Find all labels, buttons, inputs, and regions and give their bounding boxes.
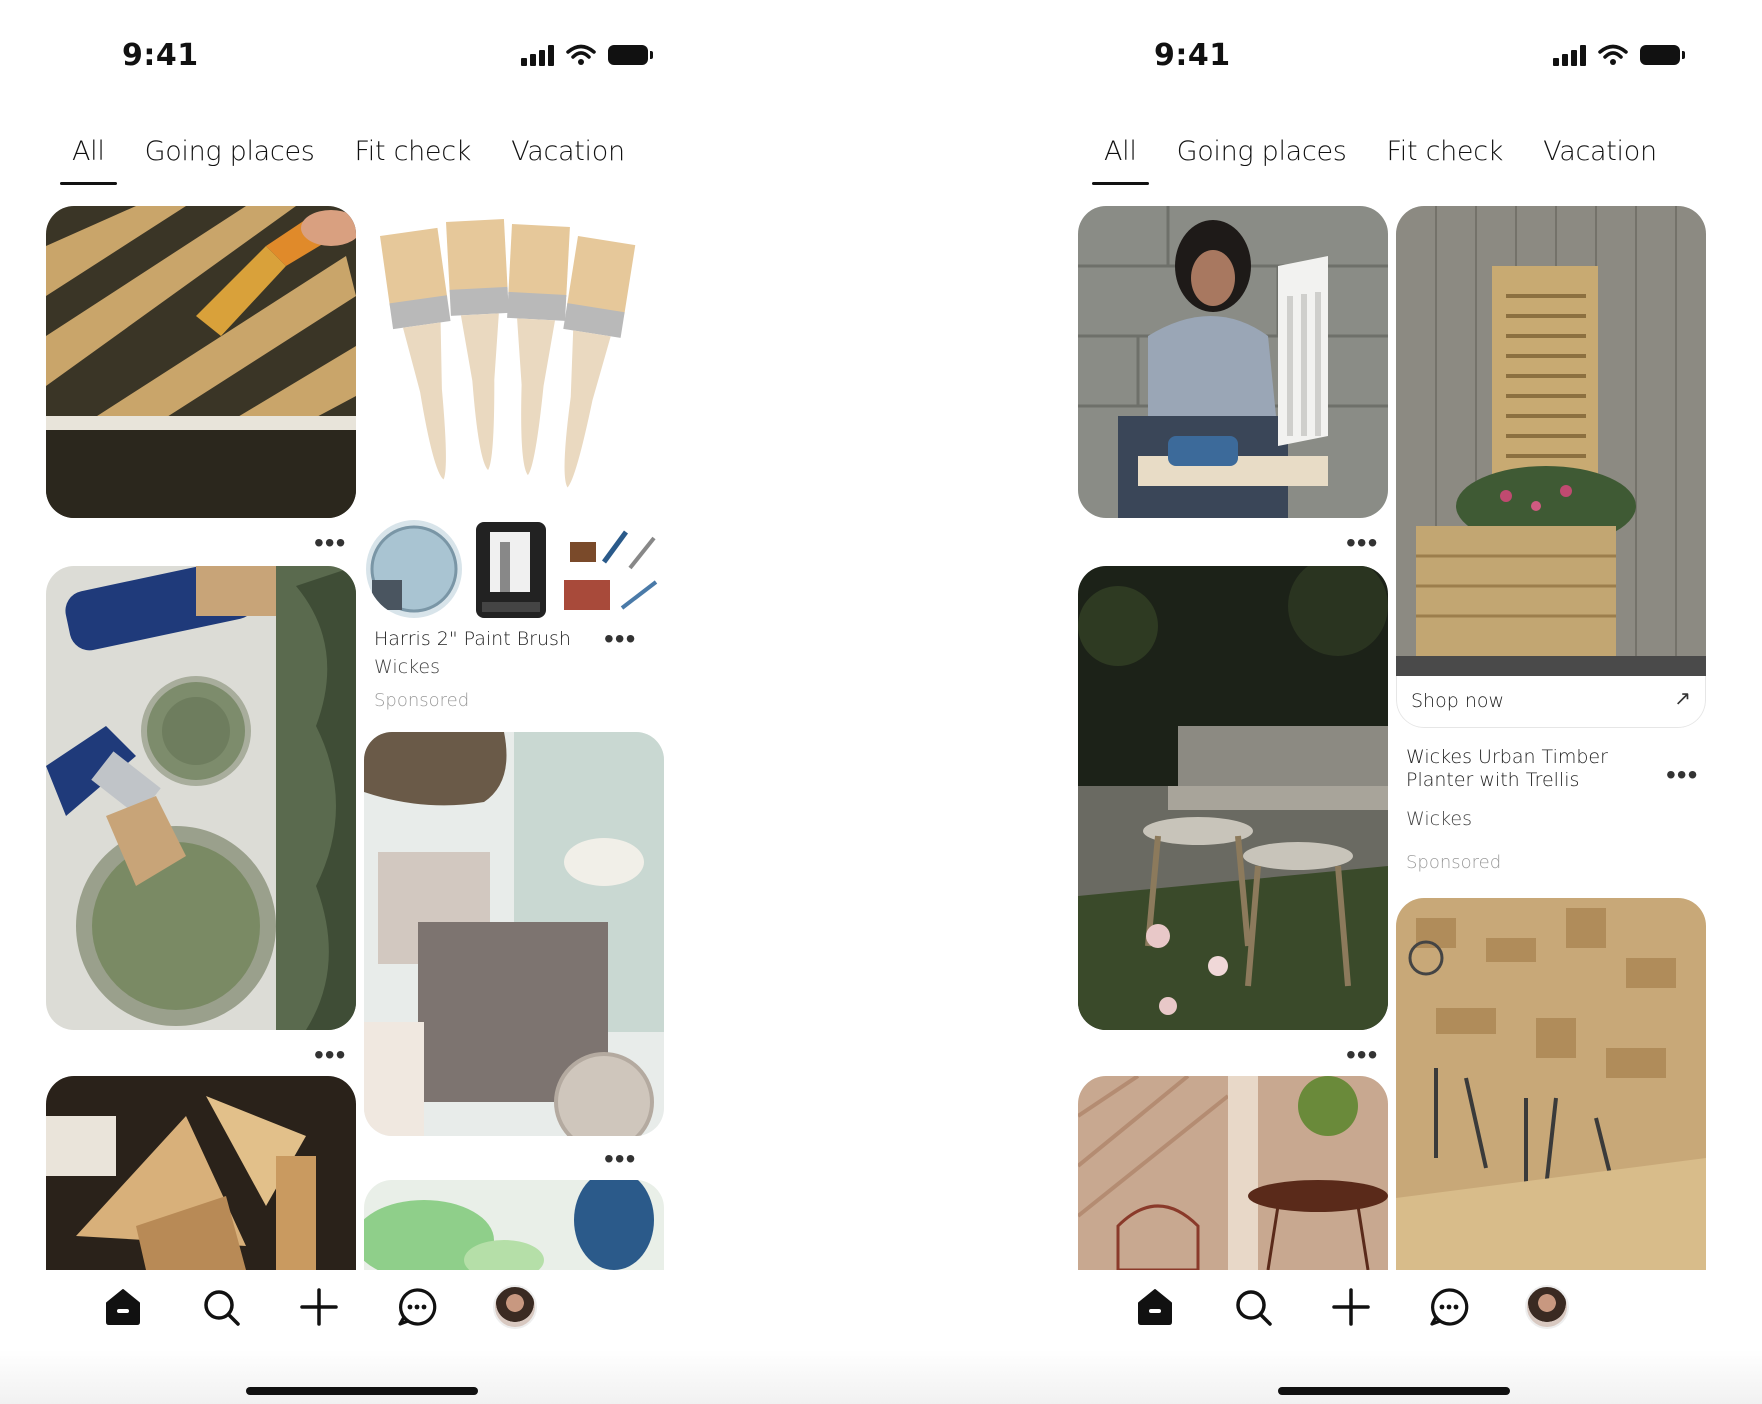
more-options-icon[interactable]: ••• [604, 1145, 636, 1173]
tab-going-places[interactable]: Going places [1177, 136, 1347, 181]
signal-icon [521, 44, 554, 66]
nav-messages[interactable] [392, 1282, 442, 1332]
tab-fit-check[interactable]: Fit check [1387, 136, 1504, 181]
plus-icon [1332, 1288, 1370, 1326]
nav-messages[interactable] [1424, 1282, 1474, 1332]
nav-home[interactable] [1130, 1282, 1180, 1332]
pin-image-mood-board[interactable] [364, 732, 664, 1136]
pin-advertiser[interactable]: Wickes [374, 656, 440, 678]
more-options-icon[interactable]: ••• [1666, 761, 1698, 789]
nav-create[interactable] [294, 1282, 344, 1332]
pin-image-wood-pieces[interactable] [46, 1076, 356, 1270]
home-icon [106, 1289, 140, 1325]
battery-icon [1640, 45, 1685, 65]
product-thumb-paint-tin[interactable] [366, 520, 462, 618]
pin-image-paint-brushes[interactable] [364, 206, 664, 514]
product-thumb-tools-set[interactable] [560, 522, 664, 618]
more-options-icon[interactable]: ••• [314, 529, 346, 557]
tab-going-places[interactable]: Going places [145, 136, 315, 181]
shop-now-label: Shop now [1411, 690, 1505, 712]
pin-image-sanding-chair[interactable] [1078, 206, 1388, 518]
pin-image-green-paint[interactable] [46, 566, 356, 1030]
search-icon [204, 1290, 240, 1326]
nav-search[interactable] [196, 1282, 246, 1332]
nav-home[interactable] [98, 1282, 148, 1332]
home-indicator [1278, 1387, 1510, 1395]
nav-search[interactable] [1228, 1282, 1278, 1332]
status-icons [521, 44, 653, 66]
pin-title[interactable]: Harris 2" Paint Brush [374, 628, 594, 651]
product-thumb-roller-kit[interactable] [476, 522, 546, 618]
phone-screen-home-feed: 9:41 All Going places Fit check Vacation [38, 0, 678, 1404]
profile-avatar [1525, 1285, 1569, 1329]
nav-profile[interactable] [1522, 1282, 1572, 1332]
status-bar: 9:41 [38, 38, 678, 78]
bottom-navigation [1070, 1270, 1710, 1350]
status-icons [1553, 44, 1685, 66]
shop-now-bar[interactable]: Shop now ↗ [1396, 676, 1706, 728]
nav-create[interactable] [1326, 1282, 1376, 1332]
wifi-icon [566, 44, 596, 65]
external-link-icon: ↗ [1674, 688, 1691, 710]
plus-icon [300, 1288, 338, 1326]
chat-icon [1430, 1288, 1469, 1326]
chat-icon [398, 1288, 437, 1326]
phone-screen-home-feed-alt: 9:41 All Going places Fit check Vacation [1070, 0, 1710, 1404]
pin-image-leaf-print[interactable] [364, 1180, 664, 1270]
pin-title[interactable]: Wickes Urban Timber Planter with Trellis [1406, 746, 1626, 792]
status-time: 9:41 [122, 38, 199, 73]
more-options-icon[interactable]: ••• [1346, 1041, 1378, 1069]
pin-image-painting-deck[interactable] [46, 206, 356, 518]
sponsored-label: Sponsored [374, 690, 470, 711]
tab-vacation[interactable]: Vacation [511, 136, 625, 181]
pin-advertiser[interactable]: Wickes [1406, 808, 1472, 830]
more-options-icon[interactable]: ••• [604, 625, 636, 653]
more-options-icon[interactable]: ••• [314, 1041, 346, 1069]
signal-icon [1553, 44, 1586, 66]
pin-image-planter-trellis[interactable]: Shop now ↗ [1396, 206, 1706, 728]
home-indicator [246, 1387, 478, 1395]
home-icon [1138, 1289, 1172, 1325]
tab-fit-check[interactable]: Fit check [355, 136, 472, 181]
status-bar: 9:41 [1070, 38, 1710, 78]
nav-profile[interactable] [490, 1282, 540, 1332]
battery-icon [608, 45, 653, 65]
board-tabs: All Going places Fit check Vacation [1092, 136, 1657, 185]
more-options-icon[interactable]: ••• [1346, 529, 1378, 557]
pin-image-workshop-wall[interactable] [1396, 898, 1706, 1270]
tab-all[interactable]: All [60, 136, 117, 185]
pin-image-garden-bench[interactable] [1078, 566, 1388, 1030]
status-time: 9:41 [1154, 38, 1231, 73]
sponsored-label: Sponsored [1406, 852, 1502, 873]
tab-all[interactable]: All [1092, 136, 1149, 185]
profile-avatar [493, 1285, 537, 1329]
tab-vacation[interactable]: Vacation [1543, 136, 1657, 181]
wifi-icon [1598, 44, 1628, 65]
board-tabs: All Going places Fit check Vacation [60, 136, 625, 185]
search-icon [1236, 1290, 1272, 1326]
bottom-navigation [38, 1270, 678, 1350]
pin-image-patio-chair[interactable] [1078, 1076, 1388, 1270]
